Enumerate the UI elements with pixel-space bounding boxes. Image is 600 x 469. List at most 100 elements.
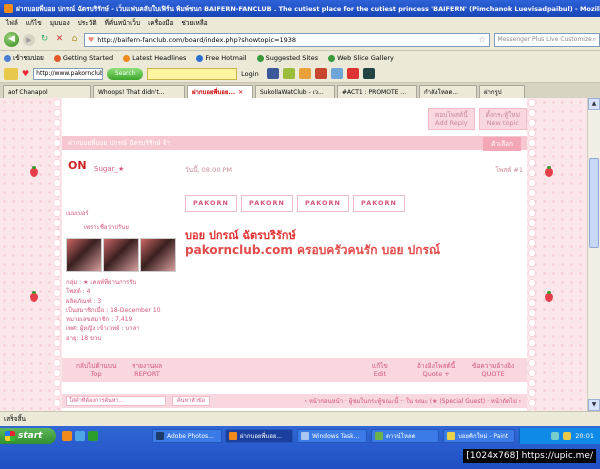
download-icon	[375, 432, 383, 440]
tab-aof-chanapol[interactable]: aof Chanapol	[3, 85, 91, 98]
ie-icon[interactable]	[75, 431, 85, 441]
clock: 20:01	[575, 432, 594, 440]
status-text: เสร็จสิ้น	[4, 415, 26, 423]
tab-sukollawatclub[interactable]: SukollaWatClub - เว...	[255, 85, 335, 98]
lace-border-left	[52, 98, 62, 411]
taskbar-item-firefox[interactable]: ฝากบอยพี่บอย...	[225, 429, 293, 443]
tab-loading[interactable]: กำลังโหลด...	[419, 85, 477, 98]
home-icon[interactable]: ⌂	[69, 34, 80, 45]
add-reply-button[interactable]: ตอบโพสต์นี้ Add Reply	[427, 108, 475, 130]
new-topic-button[interactable]: ตั้งกระทู้ใหม่ New topic	[478, 108, 527, 130]
topic-header: ฝากบอยพี่บอย ปกรณ์ ฉัตรบริรักษ์ จ้า ตัวเ…	[62, 136, 527, 151]
url-bar[interactable]: ♥ http://baifern-fanclub.com/board/index…	[84, 32, 490, 47]
youtube-icon[interactable]	[346, 68, 359, 79]
top-button[interactable]: กลับไปด้านบน Top	[76, 362, 116, 378]
signature-stamps: PAKORN PAKORN PAKORN PAKORN	[185, 195, 405, 212]
reload-icon[interactable]: ↻	[39, 34, 50, 45]
heart-icon[interactable]: ♥	[22, 69, 29, 78]
bookmark-star-icon[interactable]: ☆	[478, 35, 485, 44]
messenger-icon[interactable]	[88, 431, 98, 441]
post-number-link[interactable]: โพสต์ #1	[495, 165, 523, 175]
avatar-photo	[66, 238, 102, 272]
tab-bar: aof Chanapol Whoops! That didn't... ฝากบ…	[0, 83, 600, 98]
pagination[interactable]: ‹ หน้าก่อนหน้า · ผู้ชมในกระทู้ขณะนี้ ·· …	[305, 396, 521, 406]
firefox-icon[interactable]	[62, 431, 72, 441]
bookmark-web-slice-gallery[interactable]: Web Slice Gallery	[328, 54, 394, 62]
menu-tools[interactable]: เครื่องมือ	[148, 18, 173, 28]
search-icon[interactable]: ⌕	[593, 36, 596, 44]
back-button[interactable]: ◀	[4, 32, 19, 47]
tray-volume-icon[interactable]	[563, 432, 572, 440]
user-logo: ON	[68, 159, 87, 172]
toolbar-icons	[266, 68, 375, 79]
menu-history[interactable]: ประวัติ	[78, 18, 97, 28]
avatar-photo	[140, 238, 176, 272]
username-link[interactable]: Sugar_★	[94, 165, 124, 173]
post-actions-bar: กลับไปด้านบน Top รายงานผล REPORT แก้ไข Edit…	[62, 358, 527, 382]
tray-network-icon[interactable]	[551, 432, 560, 440]
bookmark-free-hotmail[interactable]: Free Hotmail	[196, 54, 247, 62]
quote-button[interactable]: ข้อความอ้างอิง QUOTE	[472, 362, 514, 378]
photoshop-icon	[156, 432, 164, 440]
report-button[interactable]: รายงานผล REPORT	[132, 362, 162, 378]
scroll-down-icon[interactable]: ▼	[588, 399, 600, 411]
toolbar-url-input[interactable]: http://www.pakornclub.cc	[33, 67, 104, 80]
close-tab-icon[interactable]: ✕	[238, 89, 243, 96]
bookmark-most-visited[interactable]: เข้าชมบ่อย	[4, 53, 44, 63]
quote-plus-button[interactable]: อ้างอิงโพสต์นี้ Quote +	[417, 362, 455, 378]
scroll-up-icon[interactable]: ▲	[588, 98, 600, 110]
bookmark-getting-started[interactable]: Getting Started	[53, 54, 113, 62]
forward-button[interactable]: ▶	[23, 33, 35, 46]
forum-search-input[interactable]: ใส่คำที่ต้องการค้นหา...	[66, 396, 166, 406]
bookmark-latest-headlines[interactable]: Latest Headlines	[123, 54, 186, 62]
site-favicon: ♥	[88, 35, 95, 44]
mail-icon[interactable]	[314, 68, 327, 79]
start-button[interactable]: start	[0, 428, 56, 444]
search-input[interactable]: Messenger Plus Live Customize ⌕	[493, 32, 600, 47]
menu-file[interactable]: ไฟล์	[6, 18, 18, 28]
suggested-sites-icon	[256, 54, 264, 62]
bookmark-suggested-sites[interactable]: Suggested Sites	[256, 54, 318, 62]
web-slice-icon	[328, 54, 336, 62]
toolbar-search-button[interactable]: Search	[107, 67, 144, 80]
lace-border-right	[527, 98, 537, 411]
forum-search-bar: ใส่คำที่ต้องการค้นหา... ค้นหาหัวข้อ ‹ หน…	[62, 394, 527, 408]
tab-active-forum[interactable]: ฝากบอยพี่บอย... ✕	[187, 85, 253, 98]
tab-upload-image[interactable]: ฝากรูป	[479, 85, 525, 98]
vertical-scrollbar[interactable]: ▲ ▼	[587, 98, 600, 411]
title-bar: ฝากบอยพี่บอย ปกรณ์ ฉัตรบริรักษ์ - เว็บแฟ…	[0, 0, 600, 17]
menu-bookmarks[interactable]: ที่คั่นหน้าเว็บ	[105, 18, 140, 28]
post-meta: ON Sugar_★ วันนี้, 08:00 PM โพสต์ #1	[62, 156, 527, 176]
post-text-line-2: pakornclub.com ครอบครัวคนรัก บอย ปกรณ์	[185, 243, 441, 257]
forum-search-button[interactable]: ค้นหาหัวข้อ	[172, 396, 210, 406]
app-icon[interactable]	[282, 68, 295, 79]
tab-whoops[interactable]: Whoops! That didn't...	[93, 85, 185, 98]
pakorn-stamp: PAKORN	[241, 195, 293, 212]
menu-view[interactable]: มุมมอง	[50, 18, 70, 28]
taskbar-item-photoshop[interactable]: Adobe Photos...	[152, 429, 222, 443]
photo-caption: เพราะชื่อว่าปรันย	[84, 224, 129, 231]
login-link[interactable]: Login	[241, 70, 259, 78]
url-text: http://baifern-fanclub.com/board/index.p…	[97, 35, 297, 44]
tab-act1-promote[interactable]: #ACT1 : PROMOTE ...	[337, 85, 417, 98]
taskbar-item-paint[interactable]: บอยคิกใหม่ - Paint	[443, 429, 515, 443]
avatar-photo	[103, 238, 139, 272]
settings-icon[interactable]	[362, 68, 375, 79]
options-button[interactable]: ตัวเลือก	[483, 137, 521, 151]
post-date: วันนี้, 08:00 PM	[185, 166, 232, 174]
hotmail-icon	[196, 54, 204, 62]
menu-edit[interactable]: แก้ไข	[26, 18, 42, 28]
stop-icon[interactable]: ✕	[54, 34, 65, 45]
navigation-bar: ◀ ▶ ↻ ✕ ⌂ ♥ http://baifern-fanclub.com/b…	[0, 29, 600, 51]
bookmark-icon	[4, 54, 11, 62]
game-icon[interactable]	[298, 68, 311, 79]
menu-help[interactable]: ช่วยเหลือ	[181, 18, 207, 28]
taskbar-item-downloads[interactable]: ดาวน์โหลด	[371, 429, 439, 443]
toolbar-text-input[interactable]	[147, 67, 238, 80]
taskbar-item-task-manager[interactable]: Windows Task...	[297, 429, 367, 443]
user-info-column: เมมเบอร์ เพราะชื่อว่าปรันย กลุ่ม : ★ เคล…	[62, 208, 180, 343]
edit-button[interactable]: แก้ไข Edit	[372, 362, 388, 378]
facebook-icon[interactable]	[266, 68, 279, 79]
scroll-thumb[interactable]	[589, 158, 599, 248]
chat-icon[interactable]	[330, 68, 343, 79]
